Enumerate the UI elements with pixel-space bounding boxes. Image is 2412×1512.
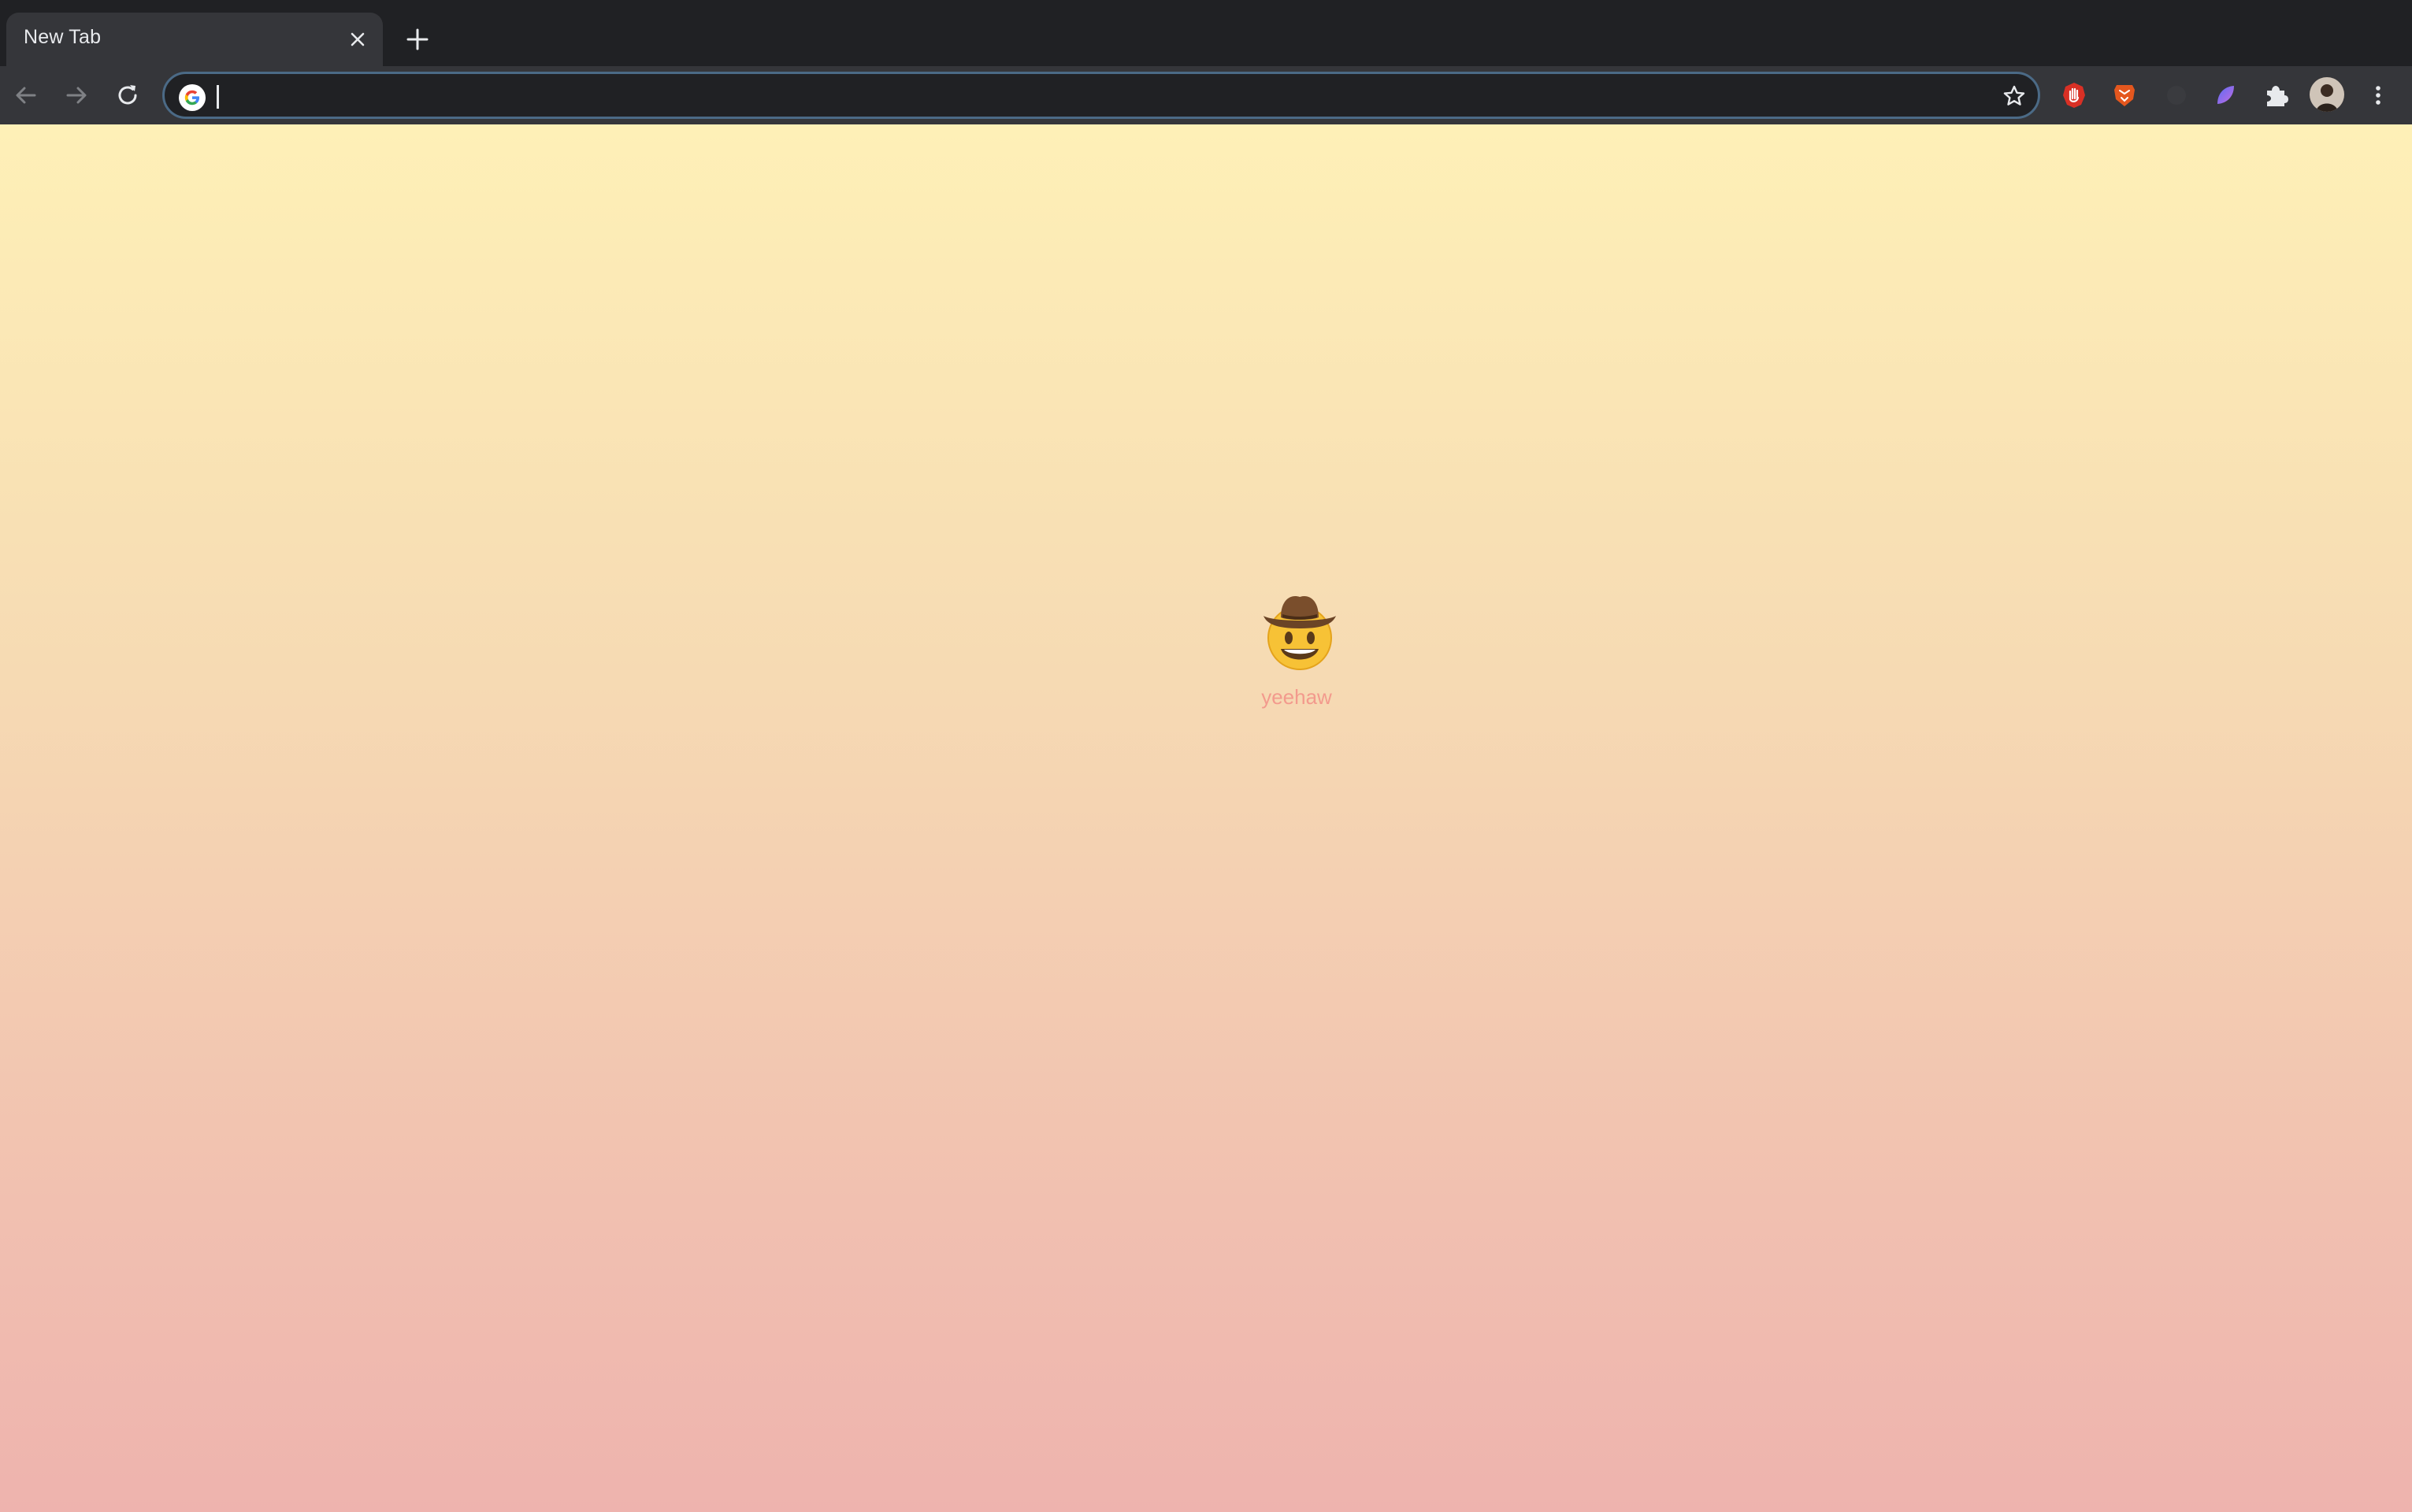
text-caret <box>217 85 219 109</box>
arrow-forward-icon[interactable] <box>61 80 91 110</box>
tab-new-tab[interactable]: New Tab <box>6 13 383 66</box>
profile-avatar[interactable] <box>2310 77 2344 112</box>
puzzle-icon[interactable] <box>2261 80 2291 110</box>
dark-extension-icon[interactable] <box>2162 80 2191 110</box>
close-icon[interactable] <box>343 25 372 54</box>
arrow-back-icon[interactable] <box>11 80 41 110</box>
star-outline-icon[interactable] <box>2000 82 2028 110</box>
address-bar[interactable] <box>162 72 2040 119</box>
tab-title: New Tab <box>24 26 102 48</box>
page-caption: yeehaw <box>1261 685 1332 709</box>
kebab-menu-icon[interactable] <box>2363 80 2393 110</box>
cowboy-emoji <box>1257 589 1342 674</box>
new-tab-page: yeehaw <box>0 124 2412 1512</box>
stop-hand-icon[interactable] <box>2059 80 2089 110</box>
feather-icon[interactable] <box>2210 80 2240 110</box>
omnibox-input[interactable] <box>215 81 1948 109</box>
plus-icon[interactable] <box>402 24 433 55</box>
google-g-icon <box>179 84 206 111</box>
brave-lion-icon[interactable] <box>2110 80 2139 110</box>
reload-icon[interactable] <box>113 80 143 110</box>
browser-toolbar <box>0 66 2412 124</box>
tab-strip: New Tab <box>0 0 2412 66</box>
